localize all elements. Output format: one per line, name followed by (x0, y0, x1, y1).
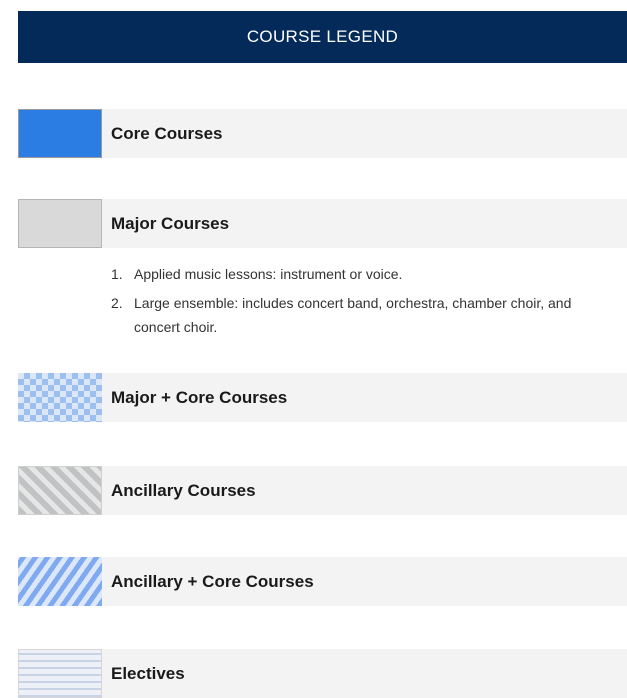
legend-title: COURSE LEGEND (246, 27, 399, 46)
legend-item-label: Major + Core Courses (102, 373, 627, 422)
legend-item-ancillary-core: Ancillary + Core Courses (18, 557, 627, 606)
legend-item-major-core: Major + Core Courses (18, 373, 627, 422)
core-swatch (18, 109, 102, 158)
major-swatch (18, 199, 102, 248)
note-item: 1. Applied music lessons: instrument or … (111, 262, 616, 286)
legend-header: COURSE LEGEND (18, 11, 627, 63)
note-number: 2. (111, 295, 123, 311)
legend-item-core: Core Courses (18, 109, 627, 158)
note-text: Applied music lessons: instrument or voi… (134, 266, 403, 282)
legend-item-ancillary: Ancillary Courses (18, 466, 627, 515)
legend-item-electives: Electives (18, 649, 627, 698)
ancillary-core-swatch (18, 557, 102, 606)
note-item: 2. Large ensemble: includes concert band… (111, 291, 616, 339)
legend-item-label: Core Courses (102, 109, 627, 158)
legend-item-label: Ancillary Courses (102, 466, 627, 515)
major-core-swatch (18, 373, 102, 422)
note-number: 1. (111, 266, 123, 282)
legend-item-label: Major Courses (102, 199, 627, 248)
major-notes-list: 1. Applied music lessons: instrument or … (111, 262, 616, 344)
legend-item-major: Major Courses (18, 199, 627, 248)
legend-item-label: Ancillary + Core Courses (102, 557, 627, 606)
note-text: Large ensemble: includes concert band, o… (134, 295, 572, 335)
legend-item-label: Electives (102, 649, 627, 698)
electives-swatch (18, 649, 102, 698)
ancillary-swatch (18, 466, 102, 515)
